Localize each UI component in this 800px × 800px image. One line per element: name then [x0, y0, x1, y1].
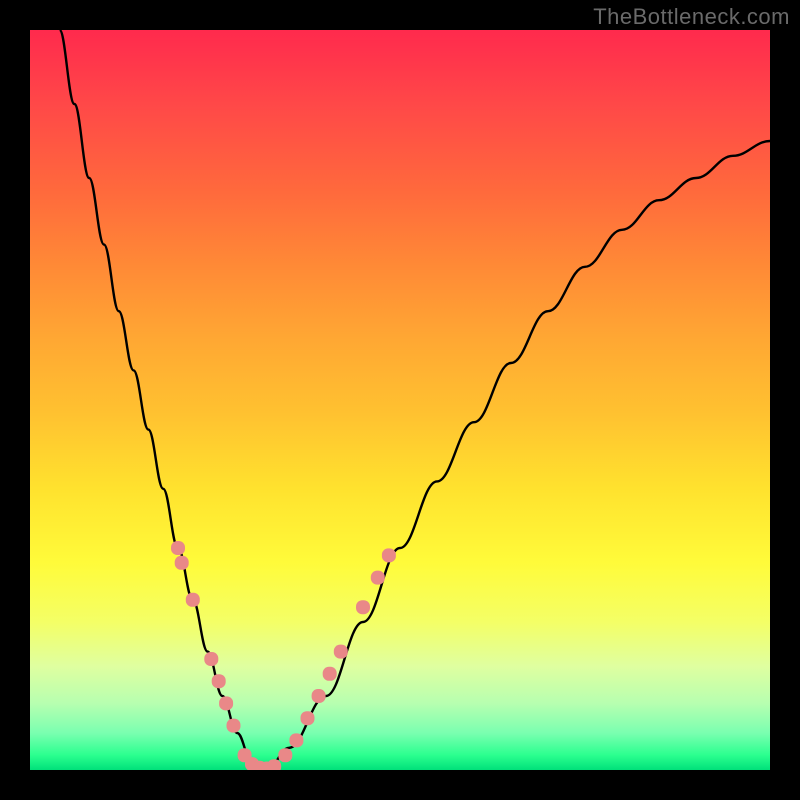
data-marker — [289, 733, 303, 747]
data-marker — [301, 711, 315, 725]
bottleneck-curve-path — [60, 30, 770, 770]
data-marker — [312, 689, 326, 703]
data-marker — [371, 571, 385, 585]
plot-area — [30, 30, 770, 770]
chart-svg — [30, 30, 770, 770]
data-marker — [175, 556, 189, 570]
data-marker — [204, 652, 218, 666]
data-marker — [186, 593, 200, 607]
data-marker — [171, 541, 185, 555]
watermark-text: TheBottleneck.com — [593, 4, 790, 30]
chart-frame: TheBottleneck.com — [0, 0, 800, 800]
data-marker — [219, 696, 233, 710]
data-marker — [278, 748, 292, 762]
data-marker — [267, 759, 281, 770]
data-marker — [356, 600, 370, 614]
data-marker — [212, 674, 226, 688]
data-marker — [382, 548, 396, 562]
marker-layer — [171, 541, 396, 770]
curve-layer — [60, 30, 770, 770]
data-marker — [323, 667, 337, 681]
data-marker — [334, 645, 348, 659]
data-marker — [227, 719, 241, 733]
